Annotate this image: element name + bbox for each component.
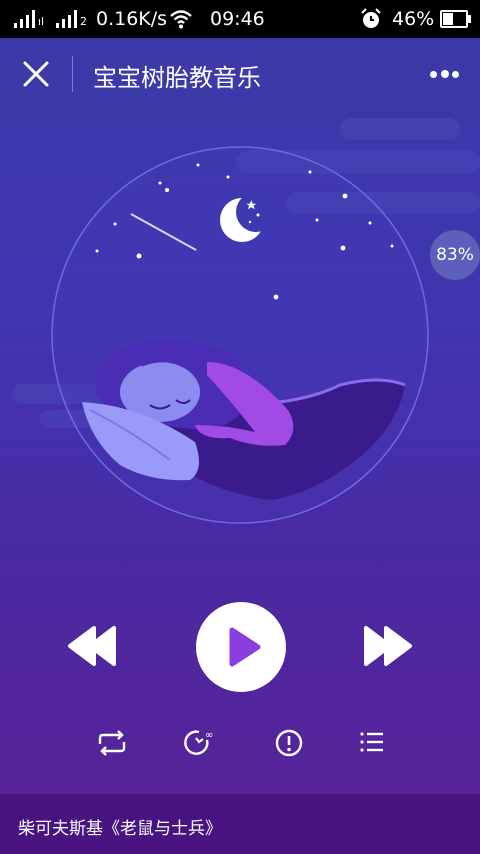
battery-percent: 46% <box>392 8 435 30</box>
status-bar: ıl 2 0.16K/s 09:46 46% <box>0 0 480 38</box>
playlist-icon <box>360 732 383 752</box>
clock: 09:46 <box>210 8 265 30</box>
fast-forward-button[interactable] <box>360 622 416 670</box>
svg-text:∞: ∞ <box>205 730 213 741</box>
more-button[interactable] <box>424 60 464 88</box>
timer-button[interactable]: ∞ <box>183 726 219 760</box>
close-button[interactable] <box>16 58 56 90</box>
rewind-button[interactable] <box>64 622 120 670</box>
signal-icon: 2 <box>56 8 90 28</box>
wifi-icon <box>170 10 192 29</box>
header: 宝宝树胎教音乐 <box>0 38 480 110</box>
timer-icon: ∞ <box>184 730 213 755</box>
play-button[interactable] <box>196 602 286 692</box>
page-title: 宝宝树胎教音乐 <box>93 64 261 92</box>
info-button[interactable] <box>271 726 307 760</box>
header-divider <box>72 56 73 92</box>
alarm-icon <box>361 8 381 28</box>
signal-icon: ıl <box>14 8 46 28</box>
fast-forward-icon <box>364 626 412 666</box>
play-icon <box>229 627 261 667</box>
battery-icon <box>440 10 471 28</box>
more-dots-icon <box>430 71 437 78</box>
rewind-icon <box>68 626 116 666</box>
repeat-button[interactable] <box>94 726 130 760</box>
network-speed: 0.16K/s <box>96 8 168 30</box>
track-title: 柴可夫斯基《老鼠与士兵》 <box>18 819 222 839</box>
info-icon <box>275 729 303 757</box>
sleep-illustration <box>12 118 480 524</box>
now-playing-bar[interactable]: 柴可夫斯基《老鼠与士兵》 <box>0 794 480 854</box>
close-icon <box>23 61 49 87</box>
progress-badge[interactable]: 83% <box>430 230 480 280</box>
playlist-button[interactable] <box>356 726 392 760</box>
repeat-icon <box>98 730 126 756</box>
